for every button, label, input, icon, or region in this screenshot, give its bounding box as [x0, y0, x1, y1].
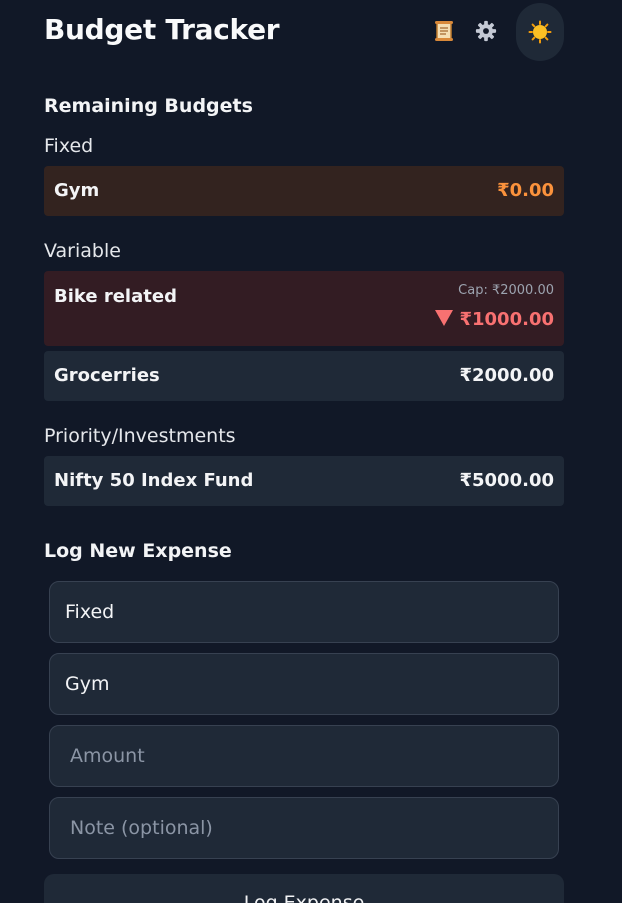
down-triangle-icon — [435, 310, 454, 326]
budget-card-gym: Gym ₹0.00 — [44, 166, 564, 216]
remaining-budgets-heading: Remaining Budgets — [44, 95, 253, 117]
budget-name: Grocerries — [54, 365, 160, 386]
budget-remaining-amount: ₹5000.00 — [459, 470, 554, 491]
budget-remaining-amount: ₹2000.00 — [459, 365, 554, 386]
note-input[interactable] — [49, 797, 559, 859]
log-expense-button[interactable]: Log Expense — [44, 874, 564, 903]
variable-group-label: Variable — [44, 240, 121, 262]
app-header: Budget Tracker — [44, 0, 564, 64]
expense-type-value: Fixed — [65, 601, 115, 623]
expense-log-button[interactable] — [430, 17, 458, 45]
app-title: Budget Tracker — [44, 13, 280, 46]
budget-name: Bike related — [54, 286, 177, 307]
fixed-group-label: Fixed — [44, 135, 94, 157]
budget-card-nifty-50: Nifty 50 Index Fund ₹5000.00 — [44, 456, 564, 506]
budget-remaining-amount: ₹0.00 — [497, 180, 554, 201]
expense-category-select[interactable]: Gym — [49, 653, 559, 715]
expense-type-select[interactable]: Fixed — [49, 581, 559, 643]
budget-tracker-page: Budget Tracker Remaining Budgets Fixed G… — [0, 0, 622, 903]
scroll-icon — [435, 21, 453, 41]
theme-toggle-button[interactable] — [516, 3, 564, 61]
gear-icon — [475, 20, 497, 42]
priority-group-label: Priority/Investments — [44, 425, 236, 447]
budget-overspent-amount: ₹1000.00 — [435, 309, 554, 330]
budget-card-bike-related: Bike related Cap: ₹2000.00 ₹1000.00 — [44, 271, 564, 346]
sun-icon — [528, 20, 552, 44]
budget-overspent-value: ₹1000.00 — [459, 309, 554, 330]
amount-input[interactable] — [49, 725, 559, 787]
log-expense-heading: Log New Expense — [44, 540, 232, 562]
budget-cap: Cap: ₹2000.00 — [458, 283, 554, 298]
budget-name: Nifty 50 Index Fund — [54, 470, 254, 491]
expense-category-value: Gym — [65, 673, 110, 695]
budget-name: Gym — [54, 180, 100, 201]
settings-button[interactable] — [472, 17, 500, 45]
log-expense-button-label: Log Expense — [243, 892, 365, 903]
budget-card-grocerries: Grocerries ₹2000.00 — [44, 351, 564, 401]
